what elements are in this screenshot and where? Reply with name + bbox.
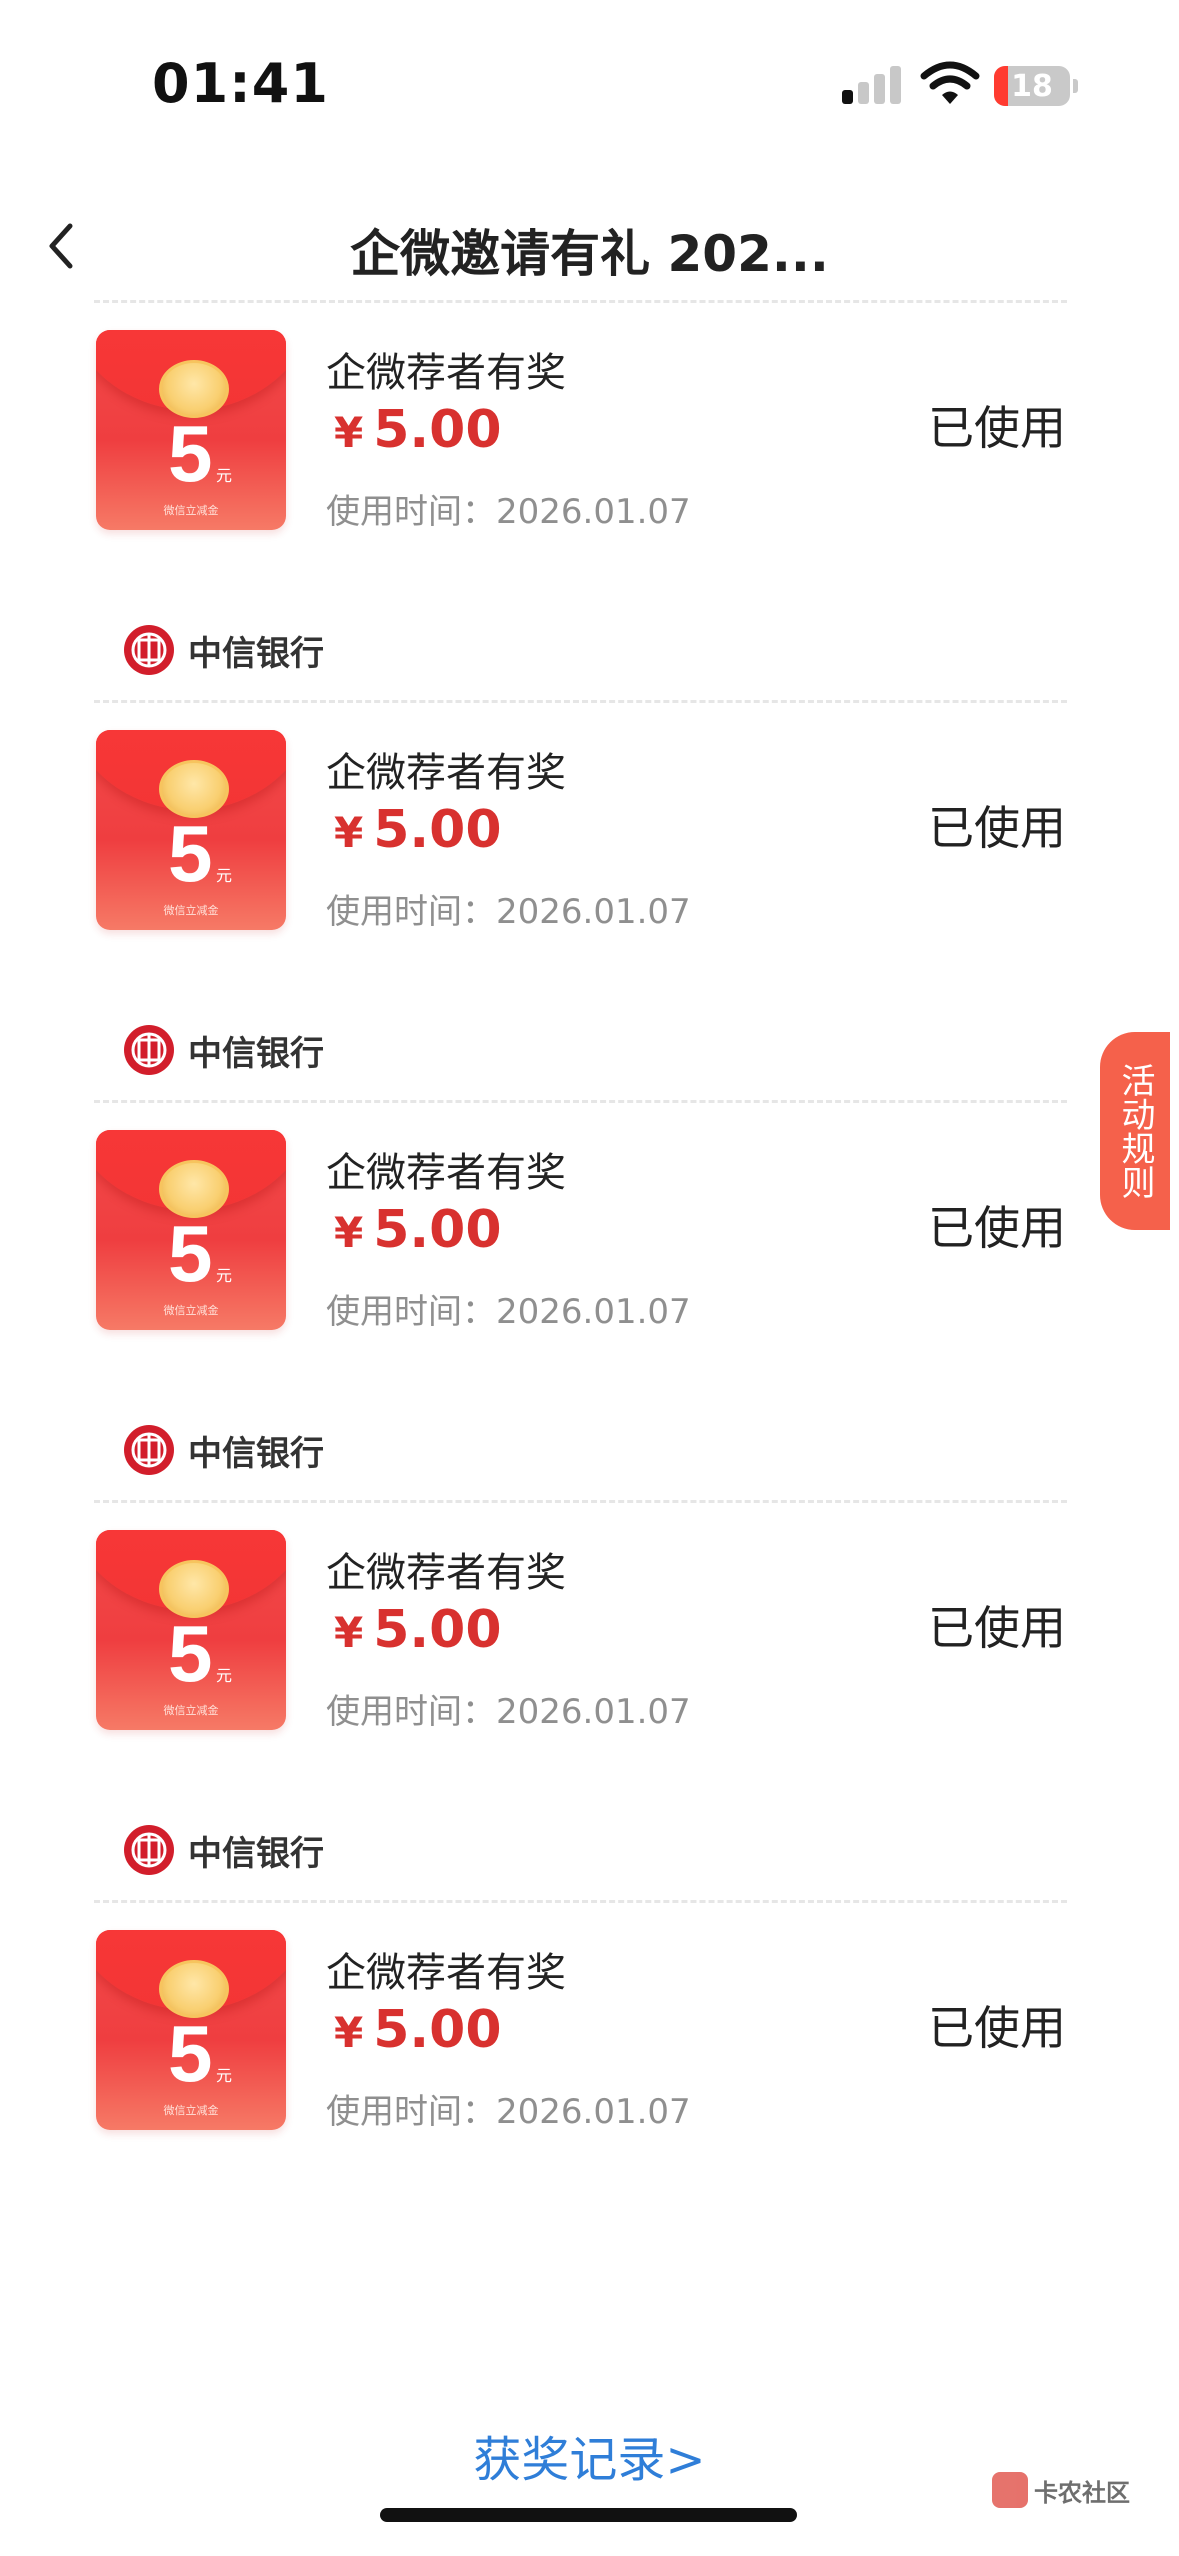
citic-bank-logo-icon (124, 1025, 174, 1075)
status-label: 已使用 (928, 801, 1066, 855)
use-time: 使用时间：2026.01.07 (326, 1692, 691, 1732)
dashed-divider (94, 700, 1067, 703)
reward-card[interactable]: 中信银行 5 元 微信立减金 企微荐者有奖 ¥5.00 使用时间：2026.01… (0, 620, 1179, 1020)
bank-row: 中信银行 (124, 1020, 324, 1080)
packet-value: 5 (168, 1209, 213, 1298)
reward-amount: ¥5.00 (334, 1200, 502, 1260)
reward-title: 企微荐者有奖 (326, 1550, 566, 1596)
packet-caption: 微信立减金 (163, 1704, 219, 1717)
bank-row: 中信银行 (124, 1420, 324, 1480)
use-time: 使用时间：2026.01.07 (326, 492, 691, 532)
watermark-text: 卡农社区 (1034, 2478, 1130, 2507)
citic-bank-logo-icon (124, 625, 174, 675)
reward-amount: ¥5.00 (334, 400, 502, 460)
packet-caption: 微信立减金 (163, 504, 219, 517)
packet-caption: 微信立减金 (163, 1304, 219, 1317)
reward-card[interactable]: 中信银行 5 元 微信立减金 企微荐者有奖 ¥5.00 使用时间：2026.01… (0, 1420, 1179, 1820)
citic-bank-logo-icon (124, 1825, 174, 1875)
bank-name: 中信银行 (188, 1833, 324, 1874)
reward-title: 企微荐者有奖 (326, 1150, 566, 1196)
status-label: 已使用 (928, 1201, 1066, 1255)
status-label: 已使用 (928, 1601, 1066, 1655)
packet-caption: 微信立减金 (163, 2104, 219, 2117)
dashed-divider (94, 300, 1067, 303)
red-packet-image: 5 元 微信立减金 (96, 1530, 286, 1730)
dashed-divider (94, 1500, 1067, 1503)
packet-unit: 元 (216, 1666, 233, 1685)
amount-value: 5.00 (373, 400, 502, 460)
packet-unit: 元 (216, 2066, 233, 2085)
status-time: 01:41 (152, 52, 329, 115)
citic-bank-logo-icon (124, 1425, 174, 1475)
amount-value: 5.00 (373, 1200, 502, 1260)
packet-unit: 元 (216, 866, 233, 885)
currency-symbol: ¥ (334, 2008, 364, 2057)
watermark: 卡农社区 (992, 2472, 1130, 2508)
red-packet-image: 5 元 微信立减金 (96, 330, 286, 530)
use-time: 使用时间：2026.01.07 (326, 2092, 691, 2132)
packet-value: 5 (168, 1609, 213, 1698)
red-packet-image: 5 元 微信立减金 (96, 1930, 286, 2130)
signal-icon (842, 64, 902, 104)
packet-value: 5 (168, 2009, 213, 2098)
currency-symbol: ¥ (334, 1608, 364, 1657)
currency-symbol: ¥ (334, 1208, 364, 1257)
reward-title: 企微荐者有奖 (326, 1950, 566, 1996)
battery-level: 18 (1011, 69, 1053, 104)
reward-title: 企微荐者有奖 (326, 750, 566, 796)
status-bar: 01:41 18 (0, 0, 1179, 150)
bank-name: 中信银行 (188, 1033, 324, 1074)
bank-row: 中信银行 (124, 1820, 324, 1880)
packet-value: 5 (168, 409, 213, 498)
home-indicator (380, 2508, 797, 2522)
red-packet-image: 5 元 微信立减金 (96, 730, 286, 930)
currency-symbol: ¥ (334, 408, 364, 457)
use-time: 使用时间：2026.01.07 (326, 1292, 691, 1332)
packet-value: 5 (168, 809, 213, 898)
wifi-icon (920, 61, 980, 104)
reward-amount: ¥5.00 (334, 2000, 502, 2060)
reward-title: 企微荐者有奖 (326, 350, 566, 396)
bank-name: 中信银行 (188, 1433, 324, 1474)
reward-amount: ¥5.00 (334, 800, 502, 860)
red-packet-image: 5 元 微信立减金 (96, 1130, 286, 1330)
status-label: 已使用 (928, 2001, 1066, 2055)
reward-card[interactable]: 5 元 微信立减金 企微荐者有奖 ¥5.00 使用时间：2026.01.07 已… (0, 220, 1179, 620)
activity-rules-button[interactable]: 活动规则 (1100, 1032, 1170, 1230)
packet-unit: 元 (216, 1266, 233, 1285)
packet-caption: 微信立减金 (163, 904, 219, 917)
currency-symbol: ¥ (334, 808, 364, 857)
dashed-divider (94, 1100, 1067, 1103)
reward-card[interactable]: 中信银行 5 元 微信立减金 企微荐者有奖 ¥5.00 使用时间：2026.01… (0, 1820, 1179, 2220)
packet-unit: 元 (216, 466, 233, 485)
reward-amount: ¥5.00 (334, 1600, 502, 1660)
use-time: 使用时间：2026.01.07 (326, 892, 691, 932)
reward-card[interactable]: 中信银行 5 元 微信立减金 企微荐者有奖 ¥5.00 使用时间：2026.01… (0, 1020, 1179, 1420)
watermark-logo-icon (992, 2472, 1028, 2508)
status-label: 已使用 (928, 401, 1066, 455)
bank-row: 中信银行 (124, 620, 324, 680)
amount-value: 5.00 (373, 800, 502, 860)
amount-value: 5.00 (373, 2000, 502, 2060)
battery-cap (1073, 79, 1078, 93)
bank-name: 中信银行 (188, 633, 324, 674)
dashed-divider (94, 1900, 1067, 1903)
battery-icon: 18 (994, 66, 1070, 106)
amount-value: 5.00 (373, 1600, 502, 1660)
